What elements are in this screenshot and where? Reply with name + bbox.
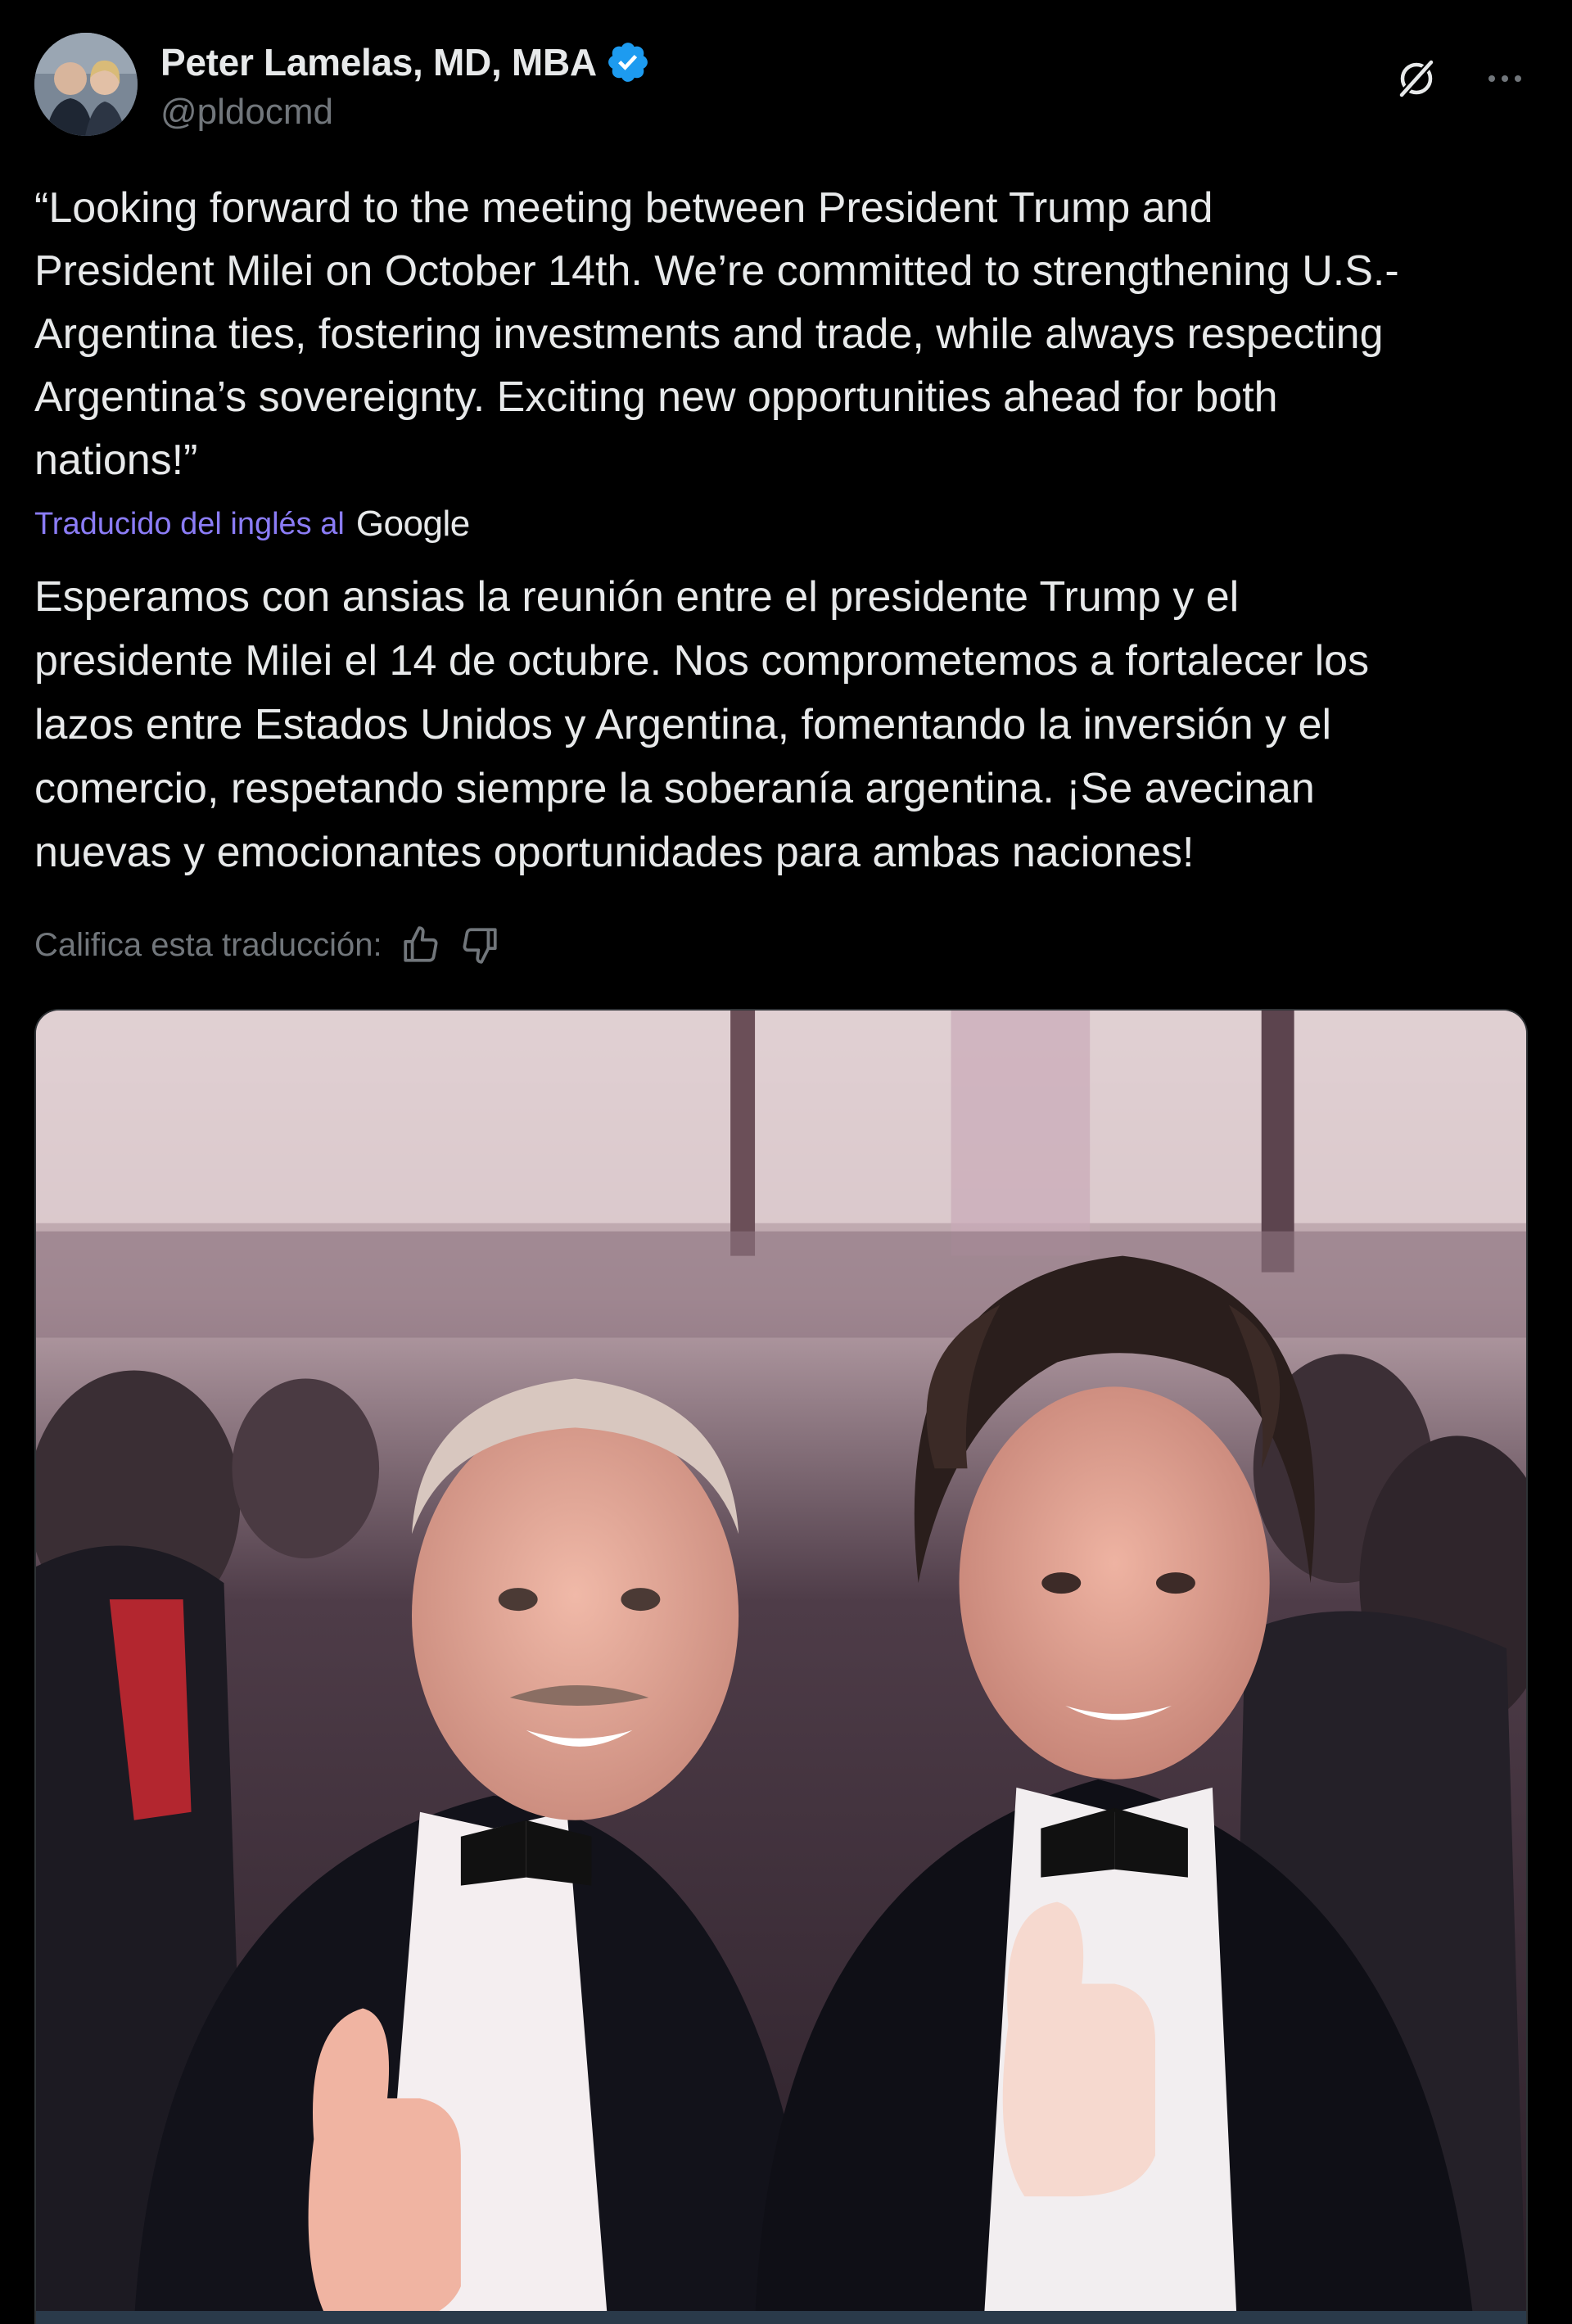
more-options-icon[interactable] bbox=[1482, 56, 1528, 102]
translation-attribution: Traducido del inglés al Google bbox=[34, 501, 470, 547]
translated-text: Esperamos con ansias la reunión entre el… bbox=[34, 573, 1370, 876]
rate-translation-row: Califica esta traducción: bbox=[34, 920, 500, 970]
thumbs-up-icon[interactable] bbox=[400, 925, 441, 965]
rate-translation-label: Califica esta traducción: bbox=[34, 926, 382, 963]
tweet-header: Peter Lamelas, MD, MBA @pldocmd bbox=[34, 33, 1538, 147]
translation-label-link[interactable]: Traducido del inglés al bbox=[34, 507, 345, 542]
author-handle[interactable]: @pldocmd bbox=[160, 92, 333, 133]
author-display-name[interactable]: Peter Lamelas, MD, MBA bbox=[160, 40, 597, 84]
thumbs-down-icon[interactable] bbox=[459, 925, 500, 965]
author-avatar[interactable] bbox=[34, 33, 138, 136]
tweet-text: “Looking forward to the meeting between … bbox=[34, 184, 1399, 484]
google-logo: Google bbox=[355, 504, 470, 544]
author-name-row: Peter Lamelas, MD, MBA bbox=[160, 38, 651, 87]
grok-icon[interactable] bbox=[1394, 56, 1439, 102]
tweet-media-photo[interactable] bbox=[34, 1009, 1528, 2324]
event-photo bbox=[36, 1011, 1526, 2324]
verified-badge-icon bbox=[605, 39, 651, 85]
avatar-photo bbox=[34, 33, 138, 136]
